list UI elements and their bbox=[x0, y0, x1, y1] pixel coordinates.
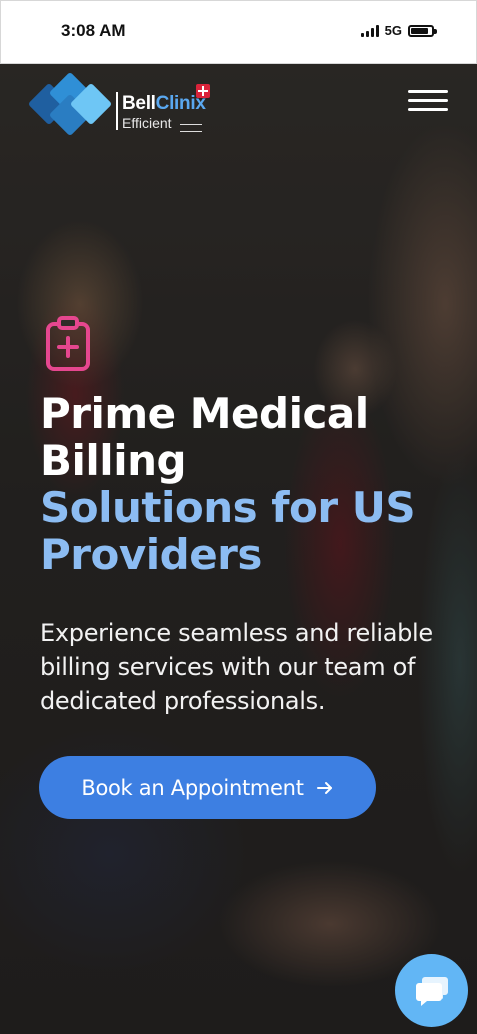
logo-brand-bell: Bell bbox=[122, 93, 156, 114]
book-appointment-button[interactable]: Book an Appointment bbox=[39, 756, 376, 819]
network-type: 5G bbox=[384, 23, 402, 38]
hamburger-menu-icon[interactable] bbox=[408, 90, 450, 112]
clipboard-plus-icon bbox=[46, 316, 90, 371]
hero-section: BellClinix Efficient Prime Medical Billi… bbox=[0, 64, 477, 1034]
battery-level-fill bbox=[411, 27, 428, 34]
arrow-right-icon bbox=[316, 781, 332, 794]
logo-brand-name: BellClinix bbox=[122, 93, 206, 115]
book-appointment-label: Book an Appointment bbox=[81, 775, 304, 800]
hero-title-line-1: Prime Medical bbox=[40, 389, 369, 438]
signal-icon bbox=[360, 24, 379, 37]
status-time: 3:08 AM bbox=[61, 21, 126, 40]
bellclinix-logo[interactable]: BellClinix Efficient bbox=[27, 71, 228, 137]
status-icons: 5G bbox=[360, 23, 437, 38]
logo-tagline: Efficient bbox=[122, 115, 172, 131]
hero-title-line-3: Solutions for US bbox=[40, 483, 416, 532]
hero-title-line-2: Billing bbox=[40, 436, 187, 485]
logo-divider bbox=[116, 92, 118, 130]
status-bar: 3:08 AM 5G bbox=[0, 0, 477, 64]
logo-diamond-mark-icon bbox=[27, 71, 114, 137]
hero-title: Prime Medical Billing Solutions for US P… bbox=[40, 390, 460, 578]
logo-speed-lines bbox=[180, 124, 202, 132]
chat-widget-button[interactable] bbox=[395, 954, 468, 1027]
logo-brand-clinix: Clinix bbox=[155, 93, 206, 114]
hero-title-line-4: Providers bbox=[40, 530, 262, 579]
chat-bubble-icon bbox=[415, 976, 448, 1006]
hero-description: Experience seamless and reliable billing… bbox=[40, 619, 433, 715]
battery-icon bbox=[408, 24, 437, 37]
